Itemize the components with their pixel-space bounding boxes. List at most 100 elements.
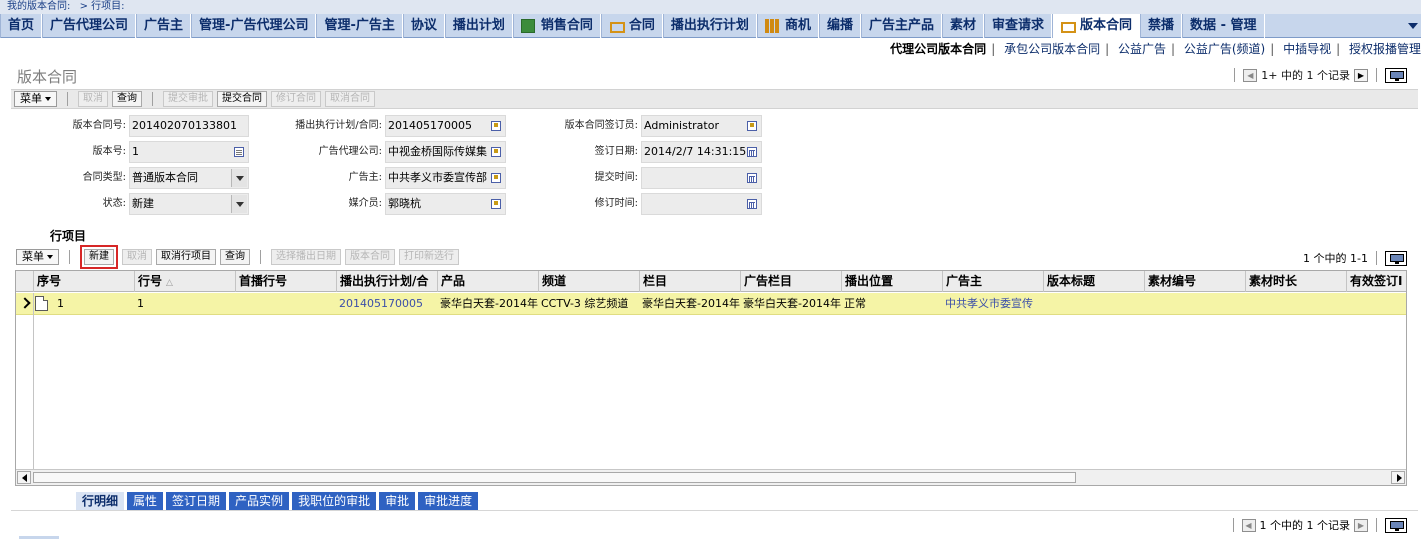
more-tabs-button[interactable] [1405,14,1421,38]
tab-opportunity[interactable]: 商机 [756,14,819,38]
calendar-icon[interactable] [747,199,757,209]
tab-sign-date[interactable]: 签订日期 [166,492,227,510]
monitor-icon[interactable] [1385,67,1407,83]
column-header[interactable]: 序号 [33,271,134,292]
scroll-right-icon[interactable] [1391,471,1405,484]
prev-page-button[interactable]: ◀ [1243,68,1258,82]
select-broadcast-date-button[interactable]: 选择播出日期 [271,249,341,265]
column-header[interactable]: 频道 [538,271,639,292]
signer-field[interactable]: Administrator [641,115,762,137]
tab-attributes[interactable]: 属性 [127,492,164,510]
cancel-line-item-button[interactable]: 取消行项目 [156,249,216,265]
tab-my-approvals[interactable]: 我职位的审批 [292,492,377,510]
tab-review-request[interactable]: 审查请求 [984,14,1053,38]
sign-date-field[interactable]: 2014/2/7 14:31:15 [641,141,762,163]
revise-time-field[interactable] [641,193,762,215]
lookup-icon[interactable] [491,147,501,157]
new-button[interactable]: 新建 [84,249,114,265]
status-select[interactable]: 新建 [129,193,249,215]
column-header[interactable]: 素材时长 [1245,271,1346,292]
calculator-icon[interactable] [234,147,244,157]
tab-product-instance[interactable]: 产品实例 [229,492,290,510]
column-header[interactable]: 播出位置 [841,271,942,292]
column-header[interactable]: 栏目 [639,271,740,292]
column-header[interactable]: 素材编号 [1144,271,1245,292]
monitor-icon[interactable] [1385,250,1407,266]
tab-broadcast-plan[interactable]: 播出计划 [444,14,513,38]
tab-data-admin[interactable]: 数据 - 管理 [1182,14,1265,38]
chevron-down-icon[interactable] [231,169,247,187]
submit-approval-button[interactable]: 提交审批 [163,91,213,107]
scrollbar-thumb[interactable] [33,472,1076,483]
next-page-button[interactable]: ▶ [1354,518,1368,532]
query-button[interactable]: 查询 [112,91,142,107]
tab-material[interactable]: 素材 [941,14,984,38]
cell-advertiser-link[interactable]: 中共孝义市委宣传 [942,293,1043,315]
cancel-button[interactable]: 取消 [122,249,152,265]
table-row[interactable]: 1 1 201405170005 豪华白天套-2014年 CCTV-3 综艺频道… [16,293,1406,315]
lookup-icon[interactable] [491,121,501,131]
media-field[interactable]: 郭晓杭 [385,193,506,215]
tab-approval[interactable]: 审批 [379,492,416,510]
calendar-icon[interactable] [747,147,757,157]
revise-contract-button[interactable]: 修订合同 [271,91,321,107]
menu-button[interactable]: 菜单 [16,249,59,265]
version-contract-button[interactable]: 版本合同 [345,249,395,265]
prev-page-button[interactable]: ◀ [1241,518,1256,532]
contract-type-select[interactable]: 普通版本合同 [129,167,249,189]
submit-contract-button[interactable]: 提交合同 [217,91,267,107]
tab-version-contract[interactable]: 版本合同 [1052,14,1141,38]
sublink-contractor-version-contract[interactable]: 承包公司版本合同 [1004,42,1100,56]
cell-plan-link[interactable]: 201405170005 [336,293,437,315]
column-header[interactable]: 有效签订I [1346,271,1406,292]
chevron-down-icon[interactable] [231,195,247,213]
query-button[interactable]: 查询 [220,249,250,265]
tab-manage-agency[interactable]: 管理-广告代理公司 [191,14,317,38]
column-header[interactable]: 广告主 [942,271,1043,292]
agency-field[interactable]: 中视金桥国际传媒集 [385,141,506,163]
tab-scheduling[interactable]: 编播 [818,14,861,38]
version-field[interactable]: 1 [129,141,249,163]
column-header-sorted[interactable]: 行号 △ [134,271,235,292]
sublink-agency-version-contract[interactable]: 代理公司版本合同 [890,42,986,56]
breadcrumb-item[interactable]: > 行项目: [80,1,125,12]
advertiser-field[interactable]: 中共孝义市委宣传部 [385,167,506,189]
lookup-icon[interactable] [491,199,501,209]
breadcrumb-item[interactable]: 我的版本合同: [7,1,70,12]
plan-field[interactable]: 201405170005 [385,115,506,137]
column-header[interactable]: 版本标题 [1043,271,1144,292]
tab-advertiser[interactable]: 广告主 [136,14,192,38]
submit-time-field[interactable] [641,167,762,189]
column-header[interactable]: 广告栏目 [740,271,841,292]
tab-advertiser-product[interactable]: 广告主产品 [860,14,942,38]
sublink-midroll-guide[interactable]: 中插导视 [1283,42,1331,56]
tab-line-detail[interactable]: 行明细 [76,492,125,510]
column-header[interactable]: 产品 [437,271,538,292]
cancel-contract-button[interactable]: 取消合同 [325,91,375,107]
lookup-icon[interactable] [747,121,757,131]
lookup-icon[interactable] [491,173,501,183]
sublink-public-ad[interactable]: 公益广告 [1118,42,1166,56]
document-icon[interactable] [35,296,48,311]
monitor-icon[interactable] [1385,517,1407,533]
menu-button[interactable]: 菜单 [14,91,57,107]
sublink-authorized-report[interactable]: 授权报播管理 [1349,42,1421,56]
scroll-left-icon[interactable] [17,471,31,484]
column-header[interactable]: 首播行号 [235,271,336,292]
calendar-icon[interactable] [747,173,757,183]
tab-approval-progress[interactable]: 审批进度 [418,492,479,510]
horizontal-scrollbar[interactable] [16,469,1406,485]
tab-execution-plan[interactable]: 播出执行计划 [662,14,757,38]
tab-manage-advertiser[interactable]: 管理-广告主 [316,14,403,38]
tab-home[interactable]: 首页 [0,14,43,38]
tab-ban[interactable]: 禁播 [1140,14,1183,38]
tab-agreement[interactable]: 协议 [402,14,445,38]
tab-contract[interactable]: 合同 [600,14,663,38]
print-selected-button[interactable]: 打印新选行 [399,249,459,265]
sublink-public-ad-channel[interactable]: 公益广告(频道) [1184,42,1265,56]
cancel-button[interactable]: 取消 [78,91,108,107]
column-header[interactable]: 播出执行计划/合 [336,271,437,292]
next-page-button[interactable]: ▶ [1354,68,1368,82]
tab-agency[interactable]: 广告代理公司 [42,14,137,38]
contract-no-field[interactable]: 201402070133801 [129,115,249,137]
